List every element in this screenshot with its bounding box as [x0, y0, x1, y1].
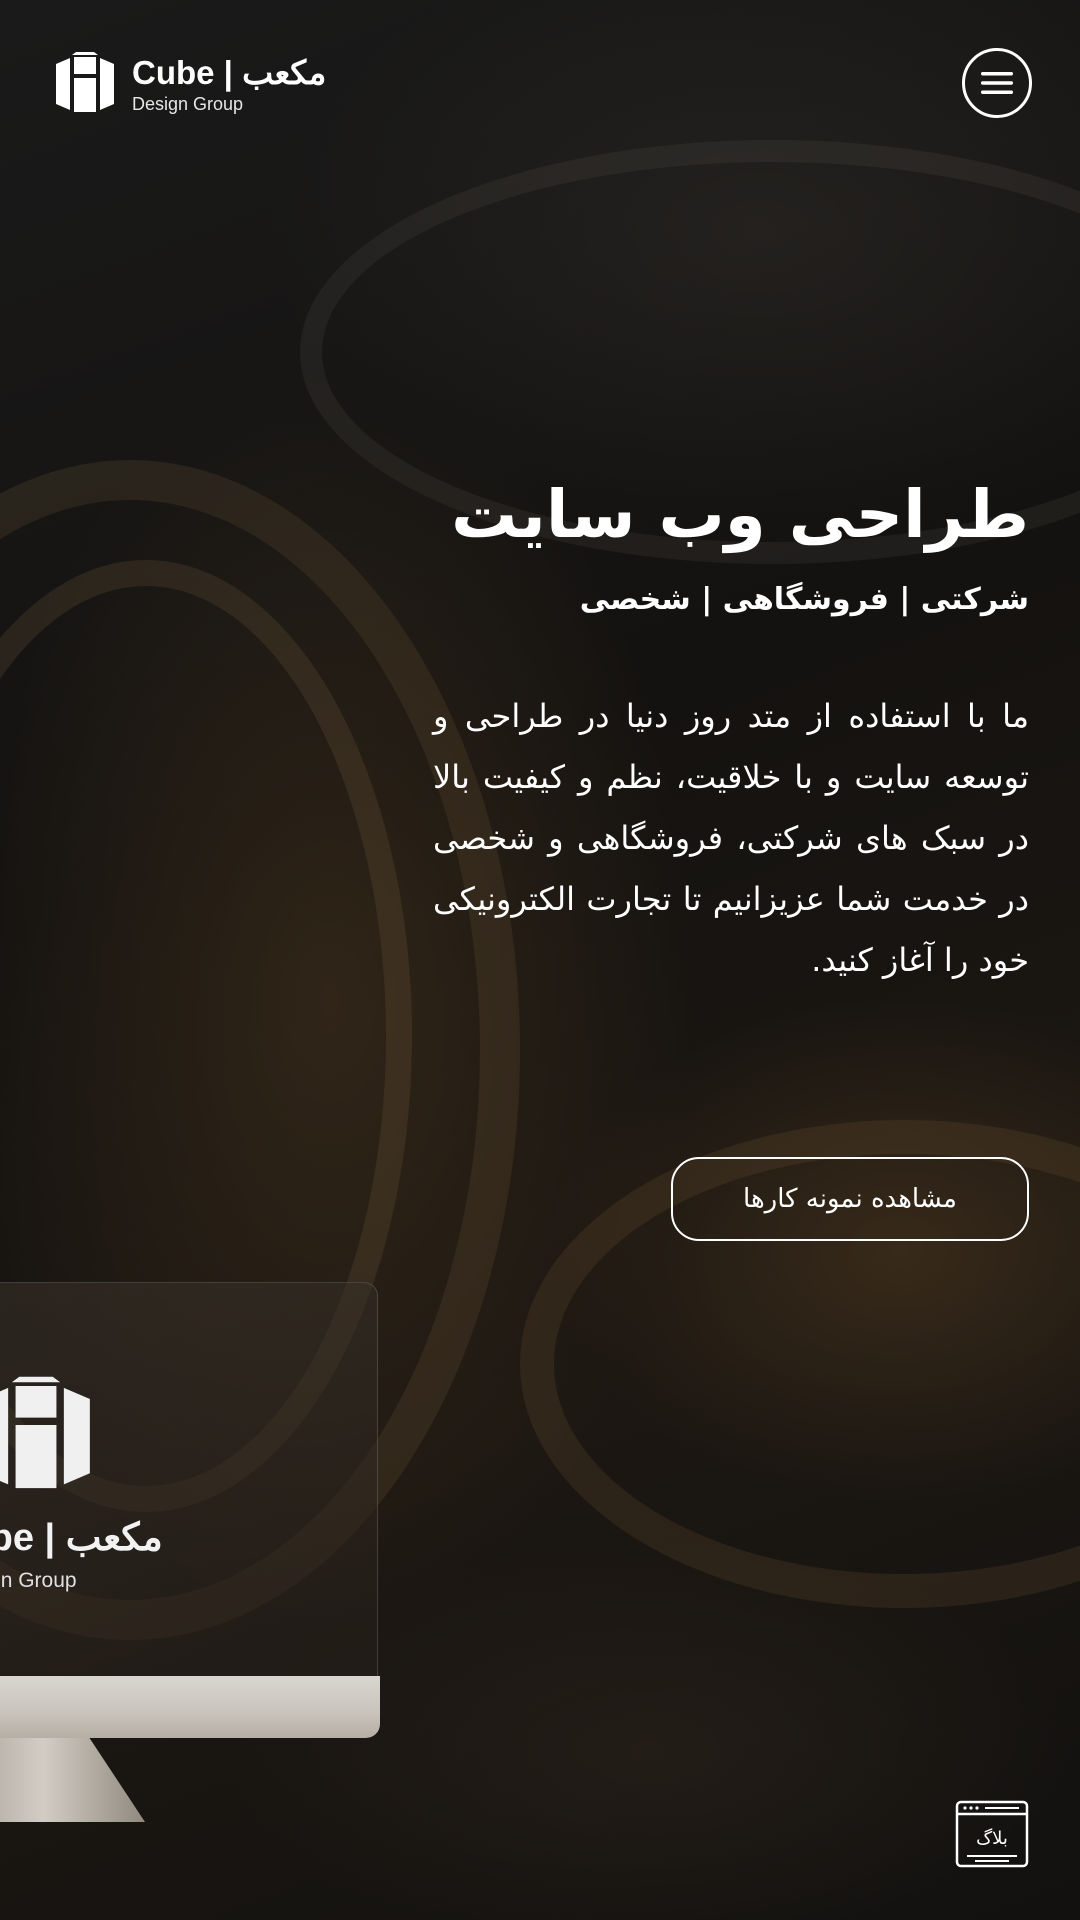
screen-logo-subtitle: Design Group — [0, 1569, 77, 1592]
monitor-stand — [0, 1738, 145, 1822]
logo[interactable]: Cube | مکعب Design Group — [50, 50, 326, 120]
hamburger-menu-icon — [981, 72, 1013, 94]
monitor-illustration: Cube | مکعب Design Group — [0, 1282, 380, 1822]
blog-label: بلاگ — [976, 1828, 1008, 1849]
monitor-bezel — [0, 1676, 380, 1738]
view-portfolio-button[interactable]: مشاهده نمونه کارها — [671, 1157, 1029, 1241]
screen-logo-title: Cube | مکعب — [0, 1517, 163, 1559]
cube-logo-icon — [56, 52, 114, 112]
blog-button[interactable]: بلاگ — [955, 1800, 1029, 1868]
logo-title: Cube | مکعب — [132, 54, 327, 91]
monitor-screen: Cube | مکعب Design Group — [0, 1282, 378, 1678]
hero-section: طراحی وب سایت شرکتی | فروشگاهی | شخصی ما… — [409, 470, 1029, 1023]
logo-subtitle: Design Group — [132, 94, 244, 114]
hero-description: ما با استفاده از متد روز دنیا در طراحی و… — [433, 697, 1029, 979]
menu-button[interactable] — [962, 48, 1032, 118]
page: Cube | مکعب Design Group طراحی وب سایت ش… — [0, 0, 1080, 1920]
hero-subtitle: شرکتی | فروشگاهی | شخصی — [579, 582, 1029, 617]
cube-logo-icon — [0, 1376, 90, 1489]
header: Cube | مکعب Design Group — [0, 0, 1080, 170]
hero-title: طراحی وب سایت — [451, 476, 1029, 553]
